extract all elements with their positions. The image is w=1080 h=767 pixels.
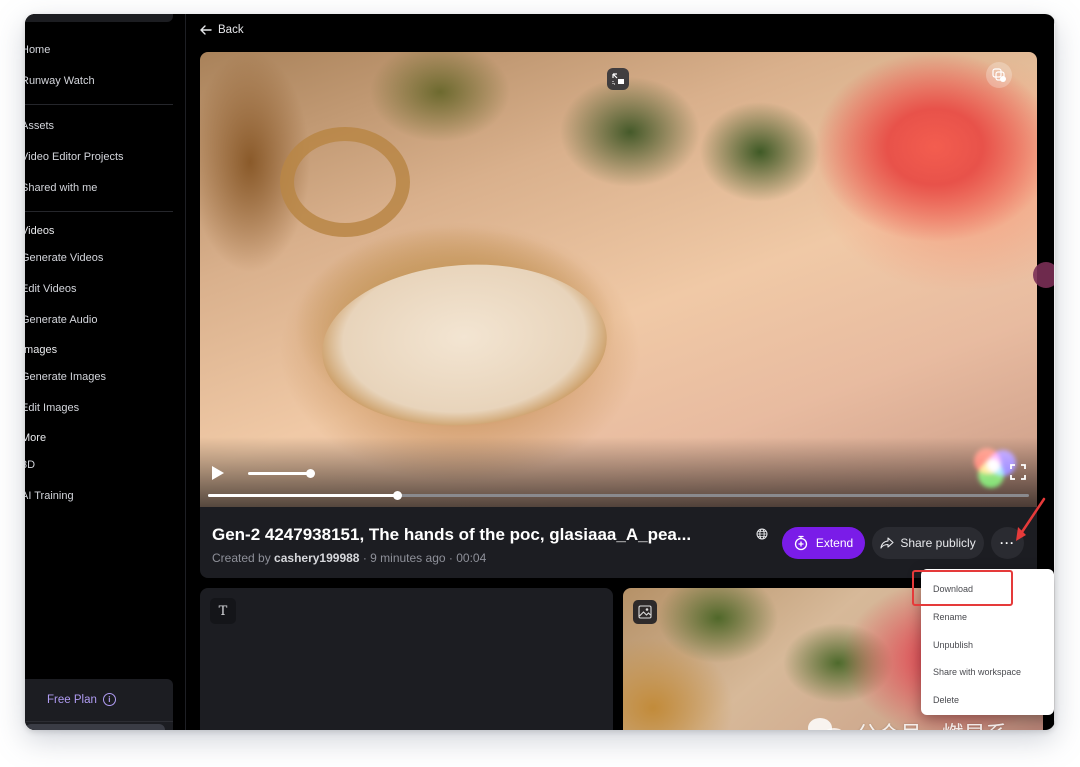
more-options-menu: Download Rename Unpublish Share with wor… [921, 569, 1054, 715]
copy-to-collection-icon[interactable] [986, 62, 1012, 88]
upgrade-button[interactable] [25, 724, 165, 730]
sidebar-section-videos: Videos [25, 225, 55, 237]
sidebar-item-generate-audio[interactable]: Generate Audio [25, 314, 97, 326]
plan-label: Free Plan [47, 693, 97, 706]
sidebar-item-edit-images[interactable]: Edit Images [25, 402, 79, 414]
menu-item-delete[interactable]: Delete [933, 695, 959, 705]
author-name[interactable]: cashery199988 [274, 551, 359, 565]
sidebar-divider [25, 211, 173, 212]
progress-thumb[interactable] [392, 491, 402, 500]
back-button[interactable]: Back [200, 24, 244, 36]
arrow-left-icon [200, 25, 212, 35]
video-frame-detail [280, 127, 410, 237]
asset-title[interactable]: Gen-2 4247938151, The hands of the poc, … [212, 525, 691, 545]
sidebar-item-generate-images[interactable]: Generate Images [25, 371, 106, 383]
floating-assistant-button[interactable] [1033, 262, 1055, 288]
sidebar-item-shared-with-me[interactable]: Shared with me [25, 182, 97, 194]
sidebar-border [185, 14, 186, 730]
extend-label: Extend [815, 536, 854, 550]
info-icon[interactable]: i [102, 693, 116, 706]
menu-item-share-with-workspace[interactable]: Share with workspace [933, 667, 1021, 677]
share-icon [880, 537, 894, 549]
sidebar-item-video-editor-projects[interactable]: Video Editor Projects [25, 151, 124, 163]
sidebar-top-bar [25, 14, 173, 22]
sidebar-item-ai-training[interactable]: AI Training [25, 490, 74, 502]
progress-fill [208, 494, 397, 497]
sidebar-item-3d[interactable]: 3D [25, 459, 35, 471]
sidebar-section-more: More [25, 432, 47, 444]
asset-info-bar: Gen-2 4247938151, The hands of the poc, … [200, 507, 1037, 578]
wechat-icon [808, 718, 848, 730]
watermark: 公众号 · 燃星系 [808, 717, 1008, 730]
plan-divider [25, 721, 173, 722]
globe-icon [756, 528, 768, 540]
sidebar-item-assets[interactable]: Assets [25, 120, 54, 132]
more-options-button[interactable]: ··· [991, 527, 1024, 559]
free-plan-link[interactable]: Free Plan i [47, 693, 116, 706]
text-type-icon: T [210, 598, 236, 624]
created-by-label: Created by [212, 551, 271, 565]
progress-bar[interactable] [208, 491, 1029, 500]
back-label: Back [218, 24, 244, 36]
sidebar-divider [25, 104, 173, 105]
menu-item-unpublish[interactable]: Unpublish [933, 640, 973, 650]
menu-item-rename[interactable]: Rename [933, 612, 967, 622]
sidebar-section-images: Images [25, 344, 58, 356]
duration: 00:04 [456, 551, 487, 565]
time-ago: 9 minutes ago [370, 551, 446, 565]
fullscreen-icon[interactable] [1010, 464, 1026, 480]
sidebar-item-edit-videos[interactable]: Edit Videos [25, 283, 76, 295]
sidebar-item-runway-watch[interactable]: Runway Watch [25, 75, 95, 87]
sidebar: Home Runway Watch Assets Video Editor Pr… [25, 14, 173, 730]
meta-separator: · [448, 551, 453, 565]
share-publicly-button[interactable]: Share publicly [872, 527, 984, 559]
sidebar-item-home[interactable]: Home [25, 44, 50, 56]
video-frame-detail [316, 255, 613, 435]
share-label: Share publicly [900, 536, 976, 550]
play-icon[interactable] [212, 466, 224, 480]
app-window: Home Runway Watch Assets Video Editor Pr… [25, 14, 1055, 730]
volume-thumb[interactable] [306, 469, 315, 478]
text-asset-card[interactable]: T [200, 588, 613, 730]
menu-item-download[interactable]: Download [933, 584, 973, 594]
window-edge [1054, 14, 1055, 730]
extend-button[interactable]: Extend [782, 527, 865, 559]
video-player[interactable] [200, 52, 1037, 507]
asset-meta: Created by cashery199988 · 9 minutes ago… [212, 551, 486, 565]
meta-separator: · [362, 551, 367, 565]
image-icon [633, 600, 657, 624]
plan-panel: Free Plan i [25, 679, 173, 730]
watermark-text: 公众号 · 燃星系 [856, 717, 1008, 730]
sidebar-item-generate-videos[interactable]: Generate Videos [25, 252, 103, 264]
stopwatch-plus-icon [794, 535, 807, 551]
picture-in-picture-icon[interactable] [607, 68, 629, 90]
volume-slider[interactable] [248, 472, 310, 475]
